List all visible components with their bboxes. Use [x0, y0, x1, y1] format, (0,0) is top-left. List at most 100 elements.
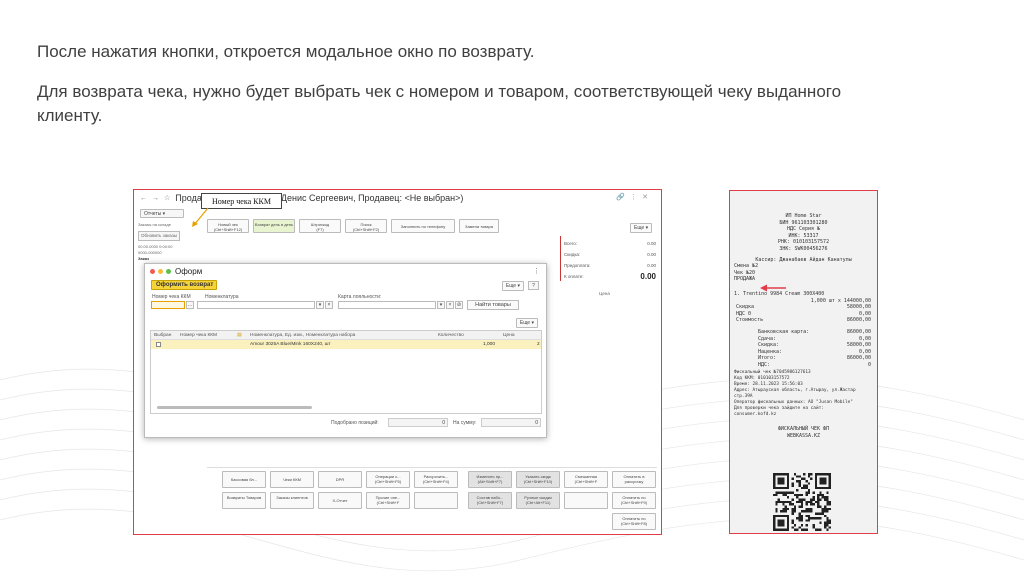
button-label: Кассовая бл... [230, 477, 258, 482]
empty-button[interactable] [414, 492, 458, 509]
slide-text-line2: Для возврата чека, нужно будет выбрать ч… [37, 82, 842, 125]
receipt-key: Скидка [736, 304, 755, 311]
receipt-value: 86000,00 [846, 328, 871, 335]
divider-line [560, 236, 561, 281]
help-button[interactable]: ? [528, 281, 539, 290]
loyalty-dropdown-icon[interactable]: ▾ [437, 301, 445, 309]
qr-code-icon [773, 473, 831, 531]
submit-return-button[interactable]: Оформить возврат [151, 280, 217, 290]
row-checkbox[interactable] [156, 342, 161, 347]
pay-installment-button[interactable]: Оплатить в рассрочку [612, 471, 656, 488]
returns-button[interactable]: Возвраты Товаров [222, 492, 266, 509]
receipt-header-6: ЗНК: SWK00456276 [779, 245, 828, 252]
change-price-button[interactable]: Изменить пр... (Alt+Shift+F7) [468, 471, 512, 488]
installment-button[interactable]: Рассрочить... (Ctrl+Shift+F4) [414, 471, 458, 488]
button-label: Возврат день в день [254, 222, 294, 227]
red-arrow-icon [760, 284, 786, 292]
loyalty-link-icon[interactable]: ⊘ [455, 301, 463, 309]
empty-button-2[interactable] [564, 492, 608, 509]
back-arrow-icon[interactable]: ← [140, 195, 147, 202]
nomenclature-dropdown-icon[interactable]: ▾ [316, 301, 324, 309]
search-button[interactable]: Поиск (Ctrl+Shift+F2) [345, 219, 387, 233]
receipt-item: 1. Trentino 9984 Cream 300X400 [734, 290, 825, 297]
orders-label: Заказы на складе [138, 222, 171, 227]
col-quantity: Количество [438, 333, 464, 338]
pay-by-button-2[interactable]: Оплатить по (Ctrl+Shift+F8) [612, 513, 656, 530]
receipt-number-input[interactable] [151, 301, 185, 309]
forward-arrow-icon[interactable]: → [152, 195, 159, 202]
receipt-value: 0,00 [858, 335, 871, 342]
dpr-button[interactable]: DPR [318, 471, 362, 488]
receipt-shift: Смена №2 [734, 263, 759, 270]
kebab-menu-icon[interactable]: ⋮ [533, 267, 540, 275]
receipt-row: Стоимость 86000,00 [730, 317, 877, 324]
nomenclature-clear-icon[interactable]: × [325, 301, 333, 309]
receipt-key: Наценка: [758, 348, 783, 355]
button-hotkey: (Ctrl+Shift+F12) [213, 227, 243, 232]
modal-title: Оформ [175, 267, 203, 276]
total-label: Всего: [564, 241, 578, 246]
reports-label: Отчеты [144, 210, 162, 217]
col-selected: Выбран [154, 333, 172, 338]
pay-by-button[interactable]: Оплатить по (Ctrl+Shift+F9) [612, 492, 656, 509]
nomenclature-input[interactable] [197, 301, 315, 309]
operations-button[interactable]: Операции с... (Ctrl+Shift+F5) [366, 471, 410, 488]
more-label: Еще [634, 225, 645, 231]
horizontal-scrollbar[interactable] [157, 406, 312, 409]
window-dots-icon[interactable] [150, 269, 171, 274]
table-row[interactable]: Amour 3025A Blue/Mink 160X240, шт 1,000 … [151, 340, 541, 349]
button-label: Замена товара [465, 224, 493, 229]
reports-button[interactable]: Отчеты ▾ [140, 209, 184, 218]
return-same-day-button[interactable]: Возврат день в день [253, 219, 295, 233]
attachment-icon: ▤ [237, 333, 242, 338]
button-hotkey: (Ctrl+Shift+F7) [476, 500, 504, 505]
button-hotkey: (Ctrl+Shift+F [574, 479, 598, 484]
refresh-orders-button[interactable]: Обновить заказы [138, 231, 181, 241]
set-composition-button[interactable]: Состав набо... (Ctrl+Shift+F7) [468, 492, 512, 509]
mixed-payment-button[interactable]: Смешанная (Ctrl+Shift+F [564, 471, 608, 488]
window-controls-icon[interactable]: 🔗⋮✕ [616, 193, 653, 201]
discount-label: Скидка: [564, 252, 581, 257]
find-items-button[interactable]: Найти товары [467, 300, 519, 310]
sum-label: На сумму: [453, 420, 477, 426]
return-modal: Оформ ⋮ Оформить возврат Еще ▾ ? Номер ч… [144, 263, 547, 438]
receipt-header-5: РНК: 010103157572 [777, 239, 830, 246]
prepayment-value: 0.00 [647, 263, 656, 268]
star-icon[interactable]: ☆ [164, 194, 170, 202]
loyalty-clear-icon[interactable]: × [446, 301, 454, 309]
receipt-key: НДС 0 [736, 310, 752, 317]
cash-register-button[interactable]: Кассовая бл... [222, 471, 266, 488]
receipt-row: НДС 0 0,00 [730, 311, 877, 318]
set-discount-button[interactable]: Указать скидк (Ctrl+Shift+F10) [516, 471, 560, 488]
button-hotkey: (Alt+Shift+F7) [477, 479, 503, 484]
button-hotkey: (Ctrl+Alt+F11) [525, 500, 551, 505]
receipt-select-icon[interactable]: … [186, 301, 194, 309]
receipt-check-number: Чек №20 [734, 269, 756, 276]
kkm-receipts-button[interactable]: Чеки ККМ [270, 471, 314, 488]
replace-item-button[interactable]: Замена товара [459, 219, 499, 233]
receipt-row: Банковская карта: 86000,00 [730, 329, 877, 336]
customer-orders-button[interactable]: Заказы клиентов [270, 492, 314, 509]
receipt-row: НДС: 0 [730, 362, 877, 369]
receipt-header-3: НДС Серия № [786, 226, 821, 233]
new-receipt-button[interactable]: Новый чек (Ctrl+Shift+F12) [207, 219, 249, 233]
fill-by-phone-button[interactable]: Заполнить по телефону [391, 219, 455, 233]
nomenclature-label: Номенклатура [205, 294, 239, 300]
more-button[interactable]: Еще ▾ [630, 223, 653, 233]
sale-window-screenshot: ← → ☆ Продажа (Кассир: Белов Денис Серге… [133, 189, 662, 535]
receipt-key: Скидка: [758, 342, 780, 349]
receipt-row: Сдача: 0,00 [730, 336, 877, 343]
manual-discounts-button[interactable]: Ручные скидки (Ctrl+Alt+F11) [516, 492, 560, 509]
receipt-footer-8: consumer.kofd.kz [734, 412, 777, 418]
receipt-key: Стоимость [736, 317, 764, 324]
x-report-button[interactable]: X-Отчет [318, 492, 362, 509]
button-hotkey: (Ctrl+Shift+F10) [523, 479, 553, 484]
modal-more-button[interactable]: Еще ▾ [501, 281, 524, 291]
grid-more-button[interactable]: Еще ▾ [515, 318, 538, 328]
barcode-button[interactable]: Штрихкод (F7) [299, 219, 341, 233]
receipt-row: Скидка: 58000,00 [730, 342, 877, 349]
more-label: Еще [519, 320, 531, 326]
loyalty-card-input[interactable] [338, 301, 436, 309]
receipt-value: 58000,00 [846, 342, 871, 349]
other-operations-button[interactable]: Прочие опе... (Ctrl+Shift+F [366, 492, 410, 509]
